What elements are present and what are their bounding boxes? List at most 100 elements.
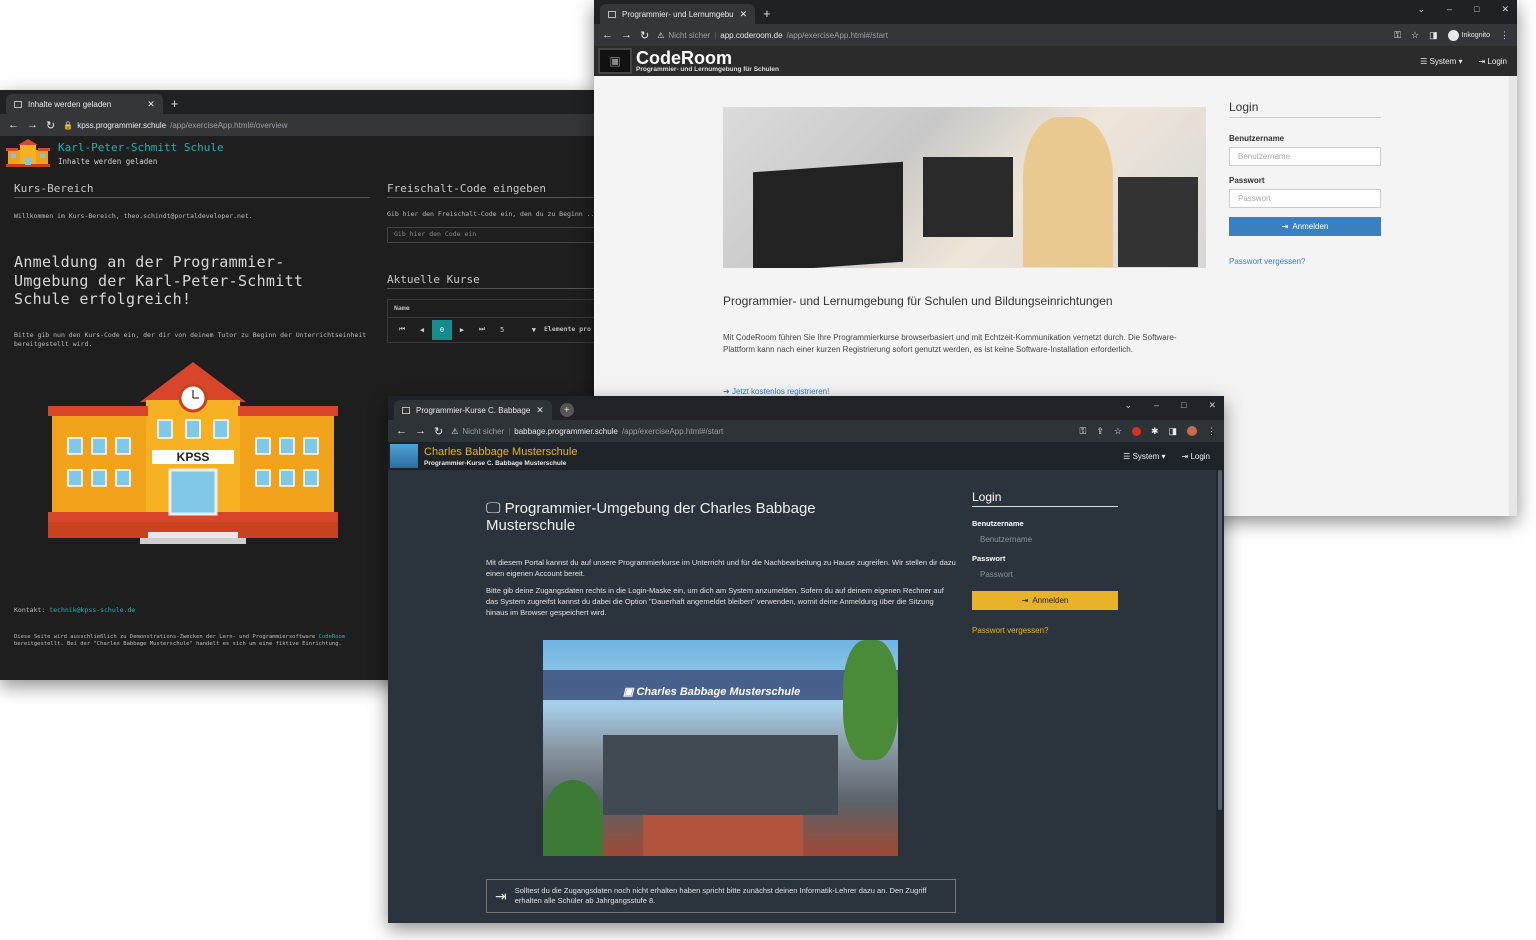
back-icon[interactable]: ← [602, 29, 613, 41]
password-label: Passwort [1229, 176, 1265, 185]
forgot-password-link[interactable]: Passwort vergessen? [972, 626, 1118, 635]
unlock-code-instruction: Gib hier den Freischalt-Code ein, den du… [387, 210, 599, 218]
sidepanel-icon[interactable]: ◨ [1168, 426, 1177, 437]
new-tab-button[interactable]: + [559, 403, 574, 417]
contact-label: Kontakt: [14, 606, 46, 614]
kpss-tab[interactable]: Inhalte werden geladen ✕ [6, 94, 163, 114]
photo-sign-text: Charles Babbage Musterschule [636, 686, 801, 698]
back-icon[interactable]: ← [8, 119, 19, 131]
url-host: kpss.programmier.schule [77, 120, 167, 130]
username-input[interactable]: Benutzername [972, 530, 1118, 548]
system-menu[interactable]: ☰ System ▾ [1420, 57, 1462, 66]
first-page-icon[interactable]: ⏮ [392, 325, 412, 334]
coderoom-description: Mit CodeRoom führen Sie Ihre Programmier… [723, 333, 1177, 354]
chevron-down-icon[interactable]: ⌄ [1417, 4, 1425, 15]
forward-icon[interactable]: → [621, 29, 632, 41]
babbage-instructions: Bitte gib deine Zugangsdaten rechts in d… [486, 586, 944, 617]
sidepanel-icon[interactable]: ◨ [1429, 30, 1438, 41]
coderoom-link[interactable]: CodeRoom [319, 634, 346, 640]
login-menu-label: Login [1487, 56, 1507, 66]
warning-icon: ⚠ [451, 426, 459, 436]
maximize-icon[interactable]: □ [1474, 4, 1479, 15]
star-icon[interactable]: ☆ [1114, 426, 1122, 437]
scrollbar-thumb[interactable] [1218, 470, 1222, 810]
submit-label: Anmelden [1032, 596, 1069, 605]
sign-in-icon: ⇥ [1281, 222, 1289, 231]
extension-red-icon[interactable] [1131, 426, 1141, 436]
back-icon[interactable]: ← [396, 425, 407, 437]
close-window-icon[interactable]: ✕ [1501, 4, 1509, 15]
babbage-browser-window: Programmier-Kurse C. Babbage ✕ + ⌄ – □ ✕… [388, 396, 1224, 923]
coderoom-scrollbar[interactable] [1509, 76, 1517, 516]
babbage-headline: 🖵 Programmier-Umgebung der Charles Babba… [486, 500, 906, 535]
url-path: /app/exerciseApp.html#/start [786, 30, 888, 40]
unlock-code-panel: Freischalt-Code eingeben Gib hier den Fr… [387, 182, 600, 343]
puzzle-icon[interactable]: ✱ [1151, 426, 1159, 437]
coderoom-tab[interactable]: Programmier- und Lernumgebu ✕ [600, 4, 756, 24]
key-icon[interactable]: ⚿ [1394, 30, 1401, 41]
prev-page-icon[interactable]: ◀ [412, 326, 432, 334]
forward-icon[interactable]: → [27, 119, 38, 131]
key-icon[interactable]: ⚿ [1079, 426, 1086, 437]
url-host: babbage.programmier.schule [514, 426, 618, 436]
new-tab-button[interactable]: + [763, 6, 771, 21]
system-menu-label: System [1429, 56, 1457, 66]
url-field[interactable]: ⚠ Nicht sicher | babbage.programmier.sch… [451, 427, 723, 436]
url-field[interactable]: ⚠ Nicht sicher | app.coderoom.de/app/exe… [657, 31, 888, 40]
close-window-icon[interactable]: ✕ [1208, 400, 1216, 411]
system-menu[interactable]: ☰ System ▾ [1123, 452, 1165, 461]
url-field[interactable]: 🔒 kpss.programmier.schule/app/exerciseAp… [63, 121, 287, 130]
reload-icon[interactable]: ↻ [46, 119, 55, 132]
register-link[interactable]: ➜ Jetzt kostenlos registrieren! [723, 387, 829, 396]
reload-icon[interactable]: ↻ [434, 425, 443, 438]
menu-icon[interactable]: ⋮ [1500, 30, 1509, 41]
tab-title: Programmier- und Lernumgebu [622, 9, 734, 19]
login-menu[interactable]: ⇥ Login [1478, 57, 1507, 66]
babbage-nav-menu: ☰ System ▾ ⇥ Login [1123, 452, 1210, 461]
babbage-scrollbar[interactable] [1216, 470, 1224, 923]
page-icon [608, 10, 616, 18]
password-input[interactable]: Passwort [972, 565, 1118, 583]
close-tab-icon[interactable]: ✕ [740, 9, 748, 20]
forgot-password-link[interactable]: Passwort vergessen? [1229, 257, 1381, 266]
username-placeholder: Benutzername [1238, 152, 1291, 161]
avatar[interactable] [1187, 426, 1197, 436]
babbage-address-bar: ← → ↻ ⚠ Nicht sicher | babbage.programmi… [388, 420, 1224, 442]
window-controls: ⌄ – □ ✕ [1124, 400, 1216, 411]
table-header-name: Name [388, 300, 600, 318]
close-tab-icon[interactable]: ✕ [147, 99, 155, 110]
username-input[interactable]: Benutzername [1229, 147, 1381, 166]
contact-email-link[interactable]: technik@kpss-schule.de [49, 606, 135, 614]
babbage-tab[interactable]: Programmier-Kurse C. Babbage ✕ [394, 400, 552, 420]
browser-actions: ⚿ ☆ ◨ Inkognito ⋮ [1394, 29, 1509, 41]
next-page-icon[interactable]: ▶ [452, 326, 472, 334]
coderoom-navbar: ▣ CodeRoom Programmier- und Lernumgebung… [594, 46, 1517, 76]
minimize-icon[interactable]: – [1154, 400, 1159, 411]
star-icon[interactable]: ☆ [1411, 30, 1419, 41]
last-page-icon[interactable]: ⏭ [472, 325, 492, 334]
current-page-button[interactable]: 0 [432, 319, 452, 340]
unlock-code-placeholder: Gib hier den Code ein [394, 230, 477, 239]
forward-icon[interactable]: → [415, 425, 426, 437]
chevron-down-icon[interactable]: ⌄ [1124, 400, 1132, 411]
minimize-icon[interactable]: – [1447, 4, 1452, 15]
maximize-icon[interactable]: □ [1181, 400, 1186, 411]
incognito-profile-button[interactable]: Inkognito [1447, 29, 1490, 41]
password-input[interactable]: Passwort [1229, 189, 1381, 208]
share-icon[interactable]: ⇪ [1096, 426, 1104, 437]
unlock-code-input[interactable]: Gib hier den Code ein [387, 226, 600, 243]
reload-icon[interactable]: ↻ [640, 29, 649, 42]
new-tab-button[interactable]: + [171, 96, 179, 111]
close-tab-icon[interactable]: ✕ [536, 405, 544, 416]
course-area: Kurs-Bereich Willkommen im Kurs-Bereich,… [14, 182, 370, 647]
page-size-select[interactable]: 5 ▼ [500, 326, 536, 334]
current-courses-heading: Aktuelle Kurse [387, 273, 600, 289]
register-link-label: Jetzt kostenlos registrieren! [731, 387, 830, 396]
profile-label: Inkognito [1461, 31, 1490, 39]
login-submit-button[interactable]: ⇥ Anmelden [972, 591, 1118, 610]
login-menu[interactable]: ⇥ Login [1181, 452, 1210, 461]
tab-title: Programmier-Kurse C. Babbage [416, 405, 531, 415]
login-submit-button[interactable]: ⇥ Anmelden [1229, 217, 1381, 236]
babbage-login-panel: Login Benutzername Benutzername Passwort… [972, 490, 1118, 635]
menu-icon[interactable]: ⋮ [1207, 426, 1216, 437]
